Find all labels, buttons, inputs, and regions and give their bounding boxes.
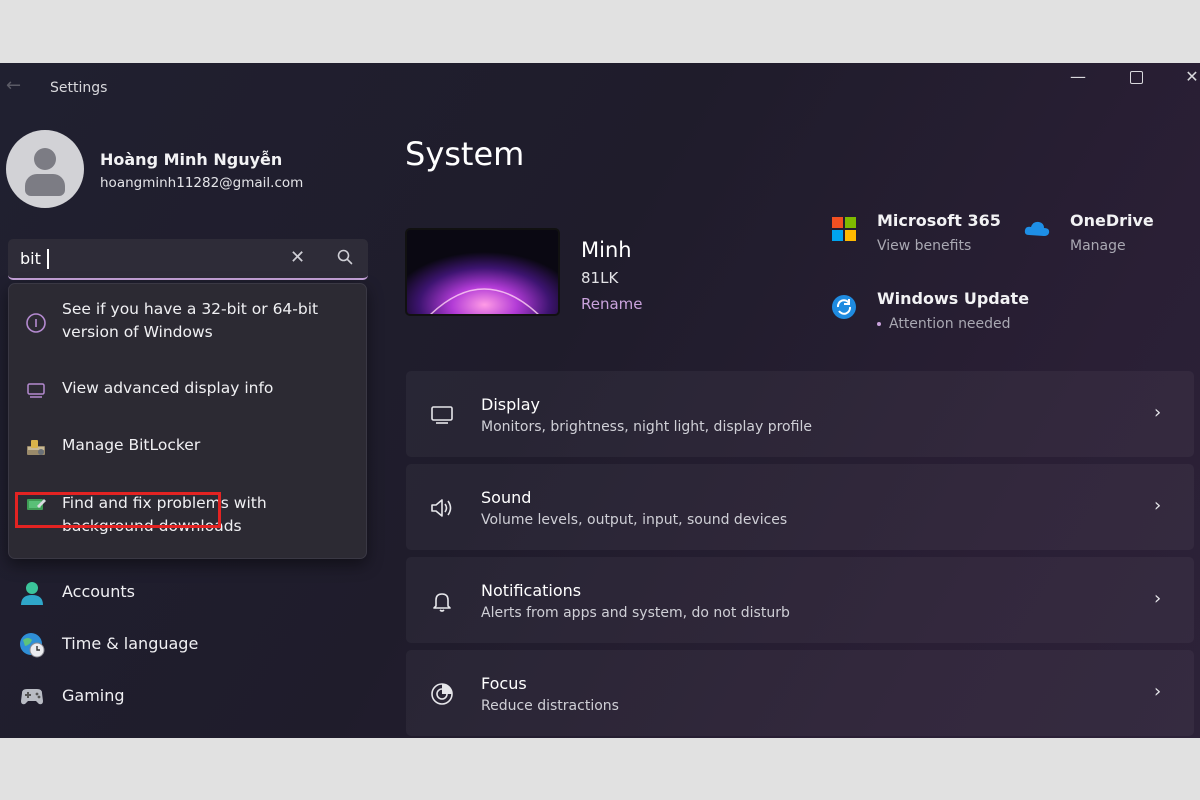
maximize-button[interactable] (1116, 65, 1156, 89)
maximize-icon (1129, 71, 1143, 84)
text-caret (47, 249, 49, 269)
close-button[interactable]: ✕ (1172, 65, 1200, 89)
device-model: 81LK (581, 269, 619, 287)
suggestion-label: View advanced display info (62, 379, 274, 397)
focus-icon (431, 683, 453, 705)
card-display[interactable]: Display Monitors, brightness, night ligh… (406, 371, 1194, 457)
rename-link[interactable]: Rename (581, 295, 643, 313)
onedrive-icon (1024, 221, 1050, 236)
search-value: bit (20, 249, 41, 268)
search-input[interactable]: bit ✕ (8, 239, 368, 280)
quick-link-title: Windows Update (877, 289, 1030, 308)
microsoft-365-icon (832, 217, 856, 241)
card-title: Display (481, 395, 540, 414)
card-notifications[interactable]: Notifications Alerts from apps and syste… (406, 557, 1194, 643)
quick-link-title: Microsoft 365 (877, 211, 1001, 230)
avatar-head-icon (34, 148, 56, 170)
display-icon (431, 406, 453, 424)
globe-clock-icon (20, 633, 45, 658)
page-title: System (405, 135, 525, 173)
sidebar-item-accounts[interactable]: Accounts (0, 571, 380, 615)
wallpaper-image (407, 230, 558, 314)
bell-icon (433, 593, 451, 612)
card-sound[interactable]: Sound Volume levels, output, input, soun… (406, 464, 1194, 550)
search-icon[interactable] (336, 248, 354, 266)
sidebar-item-time-language[interactable]: Time & language (0, 623, 380, 667)
sidebar-item-gaming[interactable]: Gaming (0, 675, 380, 719)
gamepad-icon (21, 689, 43, 705)
accounts-icon (21, 582, 43, 605)
suggestion-label: See if you have a 32-bit or 64-bit versi… (62, 300, 319, 341)
bitlocker-icon (27, 440, 45, 455)
quick-link-subtitle: View benefits (877, 238, 972, 254)
card-title: Sound (481, 488, 532, 507)
back-arrow-icon[interactable]: ← (6, 75, 21, 96)
chevron-right-icon: › (1154, 681, 1162, 702)
chevron-right-icon: › (1154, 495, 1162, 516)
quick-link-title: OneDrive (1070, 211, 1154, 230)
chevron-right-icon: › (1154, 588, 1162, 609)
chevron-right-icon: › (1154, 402, 1162, 423)
device-name: Minh (581, 238, 632, 262)
quick-link-subtitle-text: Attention needed (889, 316, 1011, 332)
quick-link-subtitle: Attention needed (877, 316, 1011, 332)
card-subtitle: Reduce distractions (481, 698, 619, 714)
card-title: Notifications (481, 581, 582, 600)
sidebar-item-label: Accounts (62, 582, 135, 601)
sidebar-item-label: Gaming (62, 686, 125, 705)
quick-link-subtitle: Manage (1070, 238, 1126, 254)
suggestion-label: Manage BitLocker (62, 436, 201, 454)
clear-search-icon[interactable]: ✕ (290, 247, 305, 268)
card-subtitle: Volume levels, output, input, sound devi… (481, 512, 788, 528)
card-subtitle: Monitors, brightness, night light, displ… (481, 419, 812, 435)
card-subtitle: Alerts from apps and system, do not dist… (481, 605, 790, 621)
highlight-box (15, 492, 221, 528)
avatar-body-icon (25, 174, 65, 196)
speaker-icon (431, 499, 452, 517)
monitor-icon (27, 383, 45, 398)
title-bar: ← Settings — ✕ (0, 63, 1200, 113)
card-title: Focus (481, 674, 527, 693)
app-title: Settings (50, 80, 108, 96)
minimize-button[interactable]: — (1058, 65, 1098, 89)
sidebar-item-label: Time & language (62, 634, 199, 653)
info-icon (26, 313, 46, 333)
device-wallpaper-thumbnail (405, 228, 560, 316)
attention-dot-icon (877, 322, 881, 326)
settings-window: ← Settings — ✕ Hoàng Minh Nguyễn hoangmi… (0, 63, 1200, 738)
card-focus[interactable]: Focus Reduce distractions › (406, 650, 1194, 736)
user-email: hoangminh11282@gmail.com (100, 175, 304, 191)
user-name: Hoàng Minh Nguyễn (100, 150, 283, 169)
windows-update-icon (832, 295, 856, 319)
avatar[interactable] (6, 130, 84, 208)
